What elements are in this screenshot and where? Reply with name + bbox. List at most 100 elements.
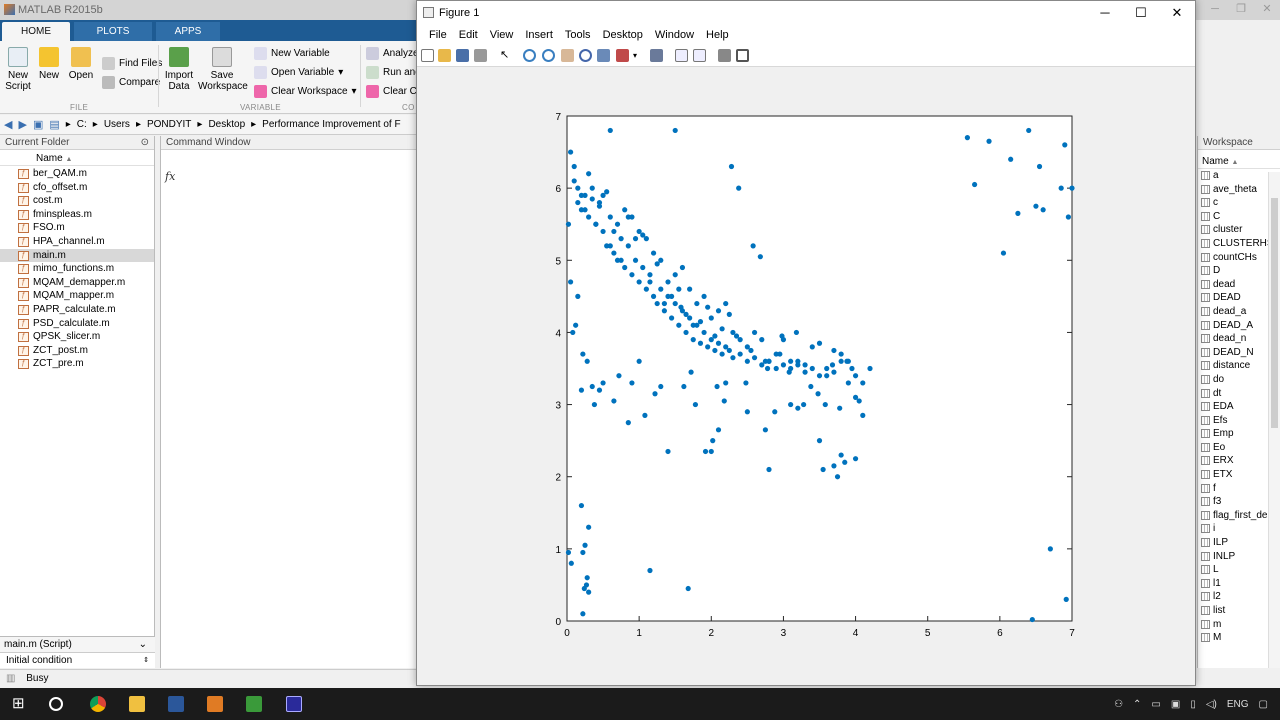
notepad-plus-icon[interactable]	[246, 696, 262, 712]
import-data-button[interactable]: Import Data	[162, 47, 196, 92]
file-list-item[interactable]: ƒ MQAM_demapper.m	[0, 276, 154, 290]
workspace-name-column[interactable]: Name ▲	[1198, 155, 1280, 169]
file-list-item[interactable]: ƒ HPA_channel.m	[0, 235, 154, 249]
tab-home[interactable]: HOME	[2, 22, 70, 41]
tab-plots[interactable]: PLOTS	[74, 22, 152, 41]
network-icon[interactable]: ▭	[1151, 699, 1160, 710]
brush-icon[interactable]	[616, 49, 629, 62]
file-list-item[interactable]: ƒ cfo_offset.m	[0, 181, 154, 195]
menu-view[interactable]: View	[484, 25, 520, 45]
new-variable-button[interactable]: New Variable	[254, 47, 330, 60]
new-figure-icon[interactable]	[421, 49, 434, 62]
spinner-icon[interactable]: ⇕	[143, 653, 149, 668]
name-column-header[interactable]: Name ▲	[0, 152, 154, 166]
matlab-minimize-icon[interactable]: ─	[1202, 0, 1228, 20]
menu-insert[interactable]: Insert	[519, 25, 559, 45]
chrome-icon[interactable]	[90, 696, 106, 712]
tab-apps[interactable]: APPS	[156, 22, 220, 41]
file-list-item[interactable]: ƒ fminspleas.m	[0, 208, 154, 222]
rotate-3d-icon[interactable]	[579, 49, 592, 62]
bluetooth-icon[interactable]: ▣	[1171, 699, 1180, 710]
menu-window[interactable]: Window	[649, 25, 700, 45]
link-plot-icon[interactable]	[650, 49, 663, 62]
battery-icon[interactable]: ▯	[1190, 699, 1196, 710]
chevron-down-icon[interactable]: ▾	[633, 49, 646, 62]
people-icon[interactable]: ⚇	[1114, 699, 1123, 710]
forward-arrow-icon[interactable]: ▶	[18, 118, 26, 131]
file-list-item[interactable]: ƒ mimo_functions.m	[0, 262, 154, 276]
file-list-item[interactable]: ƒ QPSK_slicer.m	[0, 330, 154, 344]
app-taskbar-icon[interactable]	[286, 696, 302, 712]
matlab-taskbar-icon[interactable]	[207, 696, 223, 712]
windows-start-icon[interactable]: ⊞	[12, 696, 28, 712]
file-explorer-icon[interactable]	[129, 696, 145, 712]
legend-icon[interactable]	[693, 49, 706, 62]
matlab-close-icon[interactable]: ✕	[1254, 0, 1280, 20]
open-button[interactable]: Open	[68, 47, 94, 81]
new-button[interactable]: New	[36, 47, 62, 81]
file-list-item[interactable]: ƒ FSO.m	[0, 221, 154, 235]
menu-file[interactable]: File	[423, 25, 453, 45]
colorbar-icon[interactable]	[675, 49, 688, 62]
details-file-row[interactable]: main.m (Script) ⌄	[0, 637, 155, 653]
open-file-icon[interactable]	[438, 49, 451, 62]
path-segment-users[interactable]: Users	[104, 119, 130, 130]
path-segment-drive[interactable]: C:	[77, 119, 87, 130]
path-segment-folder[interactable]: Performance Improvement of F	[262, 119, 400, 130]
hide-plot-tools-icon[interactable]	[718, 49, 731, 62]
workspace-scrollbar[interactable]	[1268, 172, 1280, 668]
data-cursor-icon[interactable]	[597, 49, 610, 62]
print-icon[interactable]	[474, 49, 487, 62]
variable-name: f	[1213, 482, 1216, 494]
open-variable-button[interactable]: Open Variable ▾	[254, 66, 343, 79]
clear-workspace-button[interactable]: Clear Workspace ▾	[254, 85, 357, 98]
menu-tools[interactable]: Tools	[559, 25, 597, 45]
zoom-in-icon[interactable]	[523, 49, 536, 62]
file-list-item[interactable]: ƒ ber_QAM.m	[0, 167, 154, 181]
command-window[interactable]: Command Window fx	[160, 136, 416, 668]
menu-desktop[interactable]: Desktop	[597, 25, 649, 45]
path-segment-desktop[interactable]: Desktop	[208, 119, 245, 130]
volume-icon[interactable]: ◁)	[1206, 699, 1217, 710]
language-indicator[interactable]: ENG	[1227, 699, 1249, 710]
analyze-code-button[interactable]: Analyze	[366, 47, 419, 60]
panel-menu-icon[interactable]: ⊙	[141, 136, 149, 150]
run-and-time-button[interactable]: Run and	[366, 66, 421, 79]
path-segment-user[interactable]: PONDYIT	[147, 119, 191, 130]
menu-help[interactable]: Help	[700, 25, 735, 45]
file-list-item[interactable]: ƒ PSD_calculate.m	[0, 317, 154, 331]
back-arrow-icon[interactable]: ◀	[4, 118, 12, 131]
notification-icon[interactable]: ▢	[1259, 699, 1268, 710]
variable-icon	[1201, 551, 1210, 561]
figure-minimize-icon[interactable]: ─	[1087, 1, 1123, 25]
chevron-down-icon[interactable]: ⌄	[139, 637, 147, 653]
file-list-item[interactable]: ƒ cost.m	[0, 194, 154, 208]
workspace-scrollbar-thumb[interactable]	[1271, 198, 1278, 428]
file-list-item[interactable]: ƒ main.m	[0, 248, 154, 263]
figure-maximize-icon[interactable]: ☐	[1123, 1, 1159, 25]
edit-plot-icon[interactable]: ↖	[500, 49, 513, 62]
variable-icon	[1201, 347, 1210, 357]
pan-icon[interactable]	[561, 49, 574, 62]
word-icon[interactable]	[168, 696, 184, 712]
scatter-point	[766, 466, 772, 473]
figure-close-icon[interactable]: ✕	[1159, 1, 1195, 25]
zoom-out-icon[interactable]	[542, 49, 555, 62]
clear-commands-button[interactable]: Clear Co	[366, 85, 422, 98]
file-list-item[interactable]: ƒ ZCT_pre.m	[0, 357, 154, 371]
tray-expand-icon[interactable]: ⌃	[1133, 699, 1141, 710]
cortana-icon[interactable]	[49, 697, 63, 711]
file-list-item[interactable]: ƒ ZCT_post.m	[0, 344, 154, 358]
file-list-item[interactable]: ƒ PAPR_calculate.m	[0, 303, 154, 317]
save-workspace-button[interactable]: Save Workspace	[198, 47, 248, 92]
matlab-restore-icon[interactable]: ❐	[1228, 0, 1254, 20]
find-files-button[interactable]: Find Files	[102, 57, 162, 70]
save-icon[interactable]	[456, 49, 469, 62]
browse-folder-icon[interactable]: ▤	[49, 118, 59, 131]
compare-button[interactable]: Compare	[102, 76, 160, 89]
show-plot-tools-icon[interactable]	[736, 49, 749, 62]
file-list-item[interactable]: ƒ MQAM_mapper.m	[0, 289, 154, 303]
menu-edit[interactable]: Edit	[453, 25, 484, 45]
new-script-button[interactable]: New Script	[4, 47, 32, 92]
up-folder-icon[interactable]: ▣	[33, 118, 43, 131]
